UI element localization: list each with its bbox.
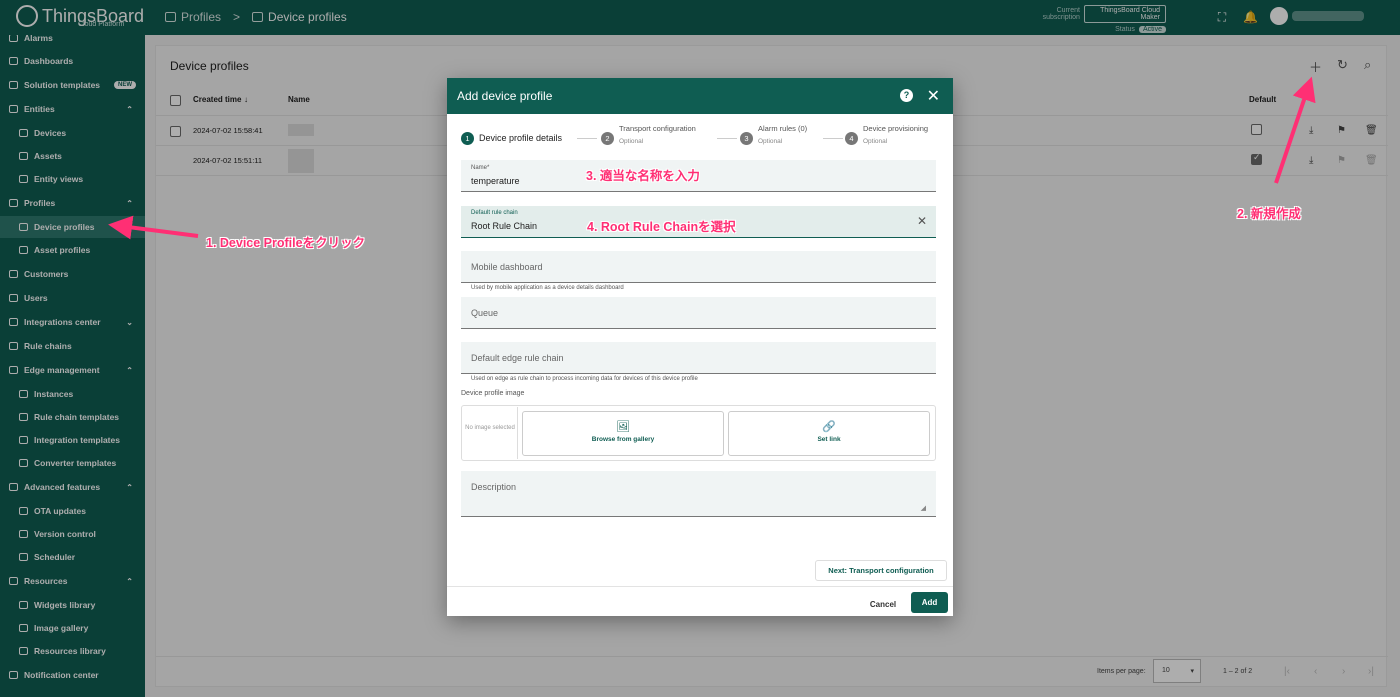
add-button[interactable]: Add xyxy=(911,592,948,613)
rule-chain-field-label: Default rule chain xyxy=(471,210,518,216)
dialog-header: Add device profile ? ✕ xyxy=(447,78,953,114)
gallery-icon: 🖼 xyxy=(616,421,630,433)
edge-rule-chain-hint: Used on edge as rule chain to process in… xyxy=(471,376,698,382)
next-transport-configuration-button[interactable]: Next: Transport configuration xyxy=(815,560,947,581)
step-label: Alarm rules (0) xyxy=(758,124,808,133)
queue-placeholder: Queue xyxy=(471,308,499,318)
step-optional: Optional xyxy=(619,138,644,145)
annotation-add-new: 2. 新規作成 xyxy=(1237,207,1301,221)
step-connector xyxy=(823,138,843,139)
step-transport-configuration[interactable]: 2 Transport configuration Optional xyxy=(601,124,696,145)
annotation-enter-name: 3. 適当な名称を入力 xyxy=(586,169,700,183)
step-number: 1 xyxy=(461,132,474,145)
step-label: Device profile details xyxy=(479,133,563,143)
resize-handle-icon[interactable]: ◢ xyxy=(921,504,926,512)
step-number: 3 xyxy=(740,132,753,145)
set-link-label: Set link xyxy=(817,436,841,443)
edge-rule-chain-field[interactable]: Default edge rule chain xyxy=(461,342,936,374)
clear-icon[interactable]: ✕ xyxy=(917,214,927,228)
name-field-label: Name* xyxy=(471,165,490,171)
step-optional: Optional xyxy=(863,138,888,145)
mobile-dashboard-hint: Used by mobile application as a device d… xyxy=(471,285,624,291)
description-placeholder: Description xyxy=(471,482,517,492)
dialog-footer-divider xyxy=(447,586,953,587)
image-picker: No image selected 🖼 Browse from gallery … xyxy=(461,405,936,461)
step-connector xyxy=(577,138,597,139)
name-field-value: temperature xyxy=(471,176,520,186)
step-device-provisioning[interactable]: 4 Device provisioning Optional xyxy=(845,124,928,145)
browse-gallery-label: Browse from gallery xyxy=(591,436,655,443)
mobile-dashboard-field[interactable]: Mobile dashboard xyxy=(461,251,936,283)
dialog-title: Add device profile xyxy=(457,89,553,103)
edge-rule-chain-placeholder: Default edge rule chain xyxy=(471,353,564,363)
step-label: Device provisioning xyxy=(863,124,929,133)
no-image-placeholder: No image selected xyxy=(463,407,518,459)
step-alarm-rules[interactable]: 3 Alarm rules (0) Optional xyxy=(740,124,807,145)
annotation-select-rule-chain: 4. Root Rule Chainを選択 xyxy=(587,220,736,234)
link-icon: 🔗 xyxy=(822,421,836,433)
browse-gallery-button[interactable]: 🖼 Browse from gallery xyxy=(522,411,724,456)
step-label: Transport configuration xyxy=(619,124,696,133)
close-icon[interactable]: ✕ xyxy=(927,86,940,106)
add-device-profile-dialog: Add device profile ? ✕ 1 Device profile … xyxy=(447,78,953,616)
image-label: Device profile image xyxy=(461,390,525,397)
step-optional: Optional xyxy=(758,138,783,145)
step-number: 4 xyxy=(845,132,858,145)
help-icon[interactable]: ? xyxy=(900,89,913,102)
step-number: 2 xyxy=(601,132,614,145)
annotation-device-profile: 1. Device Profileをクリック xyxy=(206,236,366,250)
mobile-dashboard-placeholder: Mobile dashboard xyxy=(471,262,543,272)
description-field[interactable]: Description ◢ xyxy=(461,471,936,517)
step-device-profile-details[interactable]: 1 Device profile details xyxy=(461,124,562,145)
rule-chain-field-value: Root Rule Chain xyxy=(471,221,538,231)
cancel-button[interactable]: Cancel xyxy=(863,595,903,615)
set-link-button[interactable]: 🔗 Set link xyxy=(728,411,930,456)
stepper: 1 Device profile details 2 Transport con… xyxy=(461,124,945,154)
queue-field[interactable]: Queue xyxy=(461,297,936,329)
step-connector xyxy=(717,138,737,139)
